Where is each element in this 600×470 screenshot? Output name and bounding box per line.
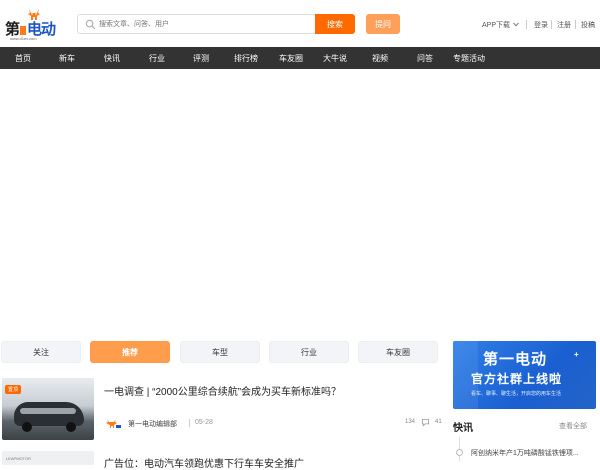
nav-item-video[interactable]: 视频 <box>372 53 388 64</box>
comment-count: 41 <box>435 419 442 425</box>
logo-mark <box>20 25 27 35</box>
flash-news-heading: 快讯 <box>453 423 473 434</box>
nav-item-flash[interactable]: 快讯 <box>104 53 120 64</box>
search-button[interactable]: 搜索 <box>315 14 355 34</box>
view-all-link[interactable]: 查看全部 <box>559 421 587 431</box>
nav-item-new-cars[interactable]: 新车 <box>59 53 75 64</box>
main-nav: 首页 新车 快讯 行业 评测 排行榜 车友圈 大牛说 视频 问答 专题活动 <box>0 47 600 69</box>
timeline-dot-icon <box>456 449 463 456</box>
nav-item-qa[interactable]: 问答 <box>417 53 433 64</box>
app-download-link[interactable]: APP下载 <box>482 20 510 30</box>
article-thumbnail[interactable]: 置顶 <box>2 378 94 440</box>
article-title[interactable]: 一电调查 | “2000公里综合续航”会成为买车新标准吗？ <box>104 383 341 398</box>
pinned-badge: 置顶 <box>5 385 22 394</box>
car-wheel <box>66 422 76 432</box>
nav-item-experts[interactable]: 大牛说 <box>323 53 347 64</box>
article-date: 05-28 <box>195 419 213 426</box>
divider <box>575 20 576 29</box>
nav-item-special-events[interactable]: 专题活动 <box>453 53 485 64</box>
promo-caption: 看车、聊事、聊生活，开启您的用车生活 <box>471 391 562 397</box>
tab-models[interactable]: 车型 <box>180 341 260 363</box>
feed-tabs: 关注 推荐 车型 行业 车友圈 <box>0 341 440 363</box>
logo-url: www.d1ev.com <box>10 36 37 41</box>
author-avatar-icon <box>106 419 121 428</box>
next-article-title[interactable]: 广告位：电动汽车领跑优惠下行车车安全推广 <box>104 455 304 470</box>
search-box <box>77 14 315 34</box>
community-promo-banner[interactable]: 第一电动 + 官方社群上线啦 看车、聊事、聊生活，开启您的用车生活 <box>453 341 596 409</box>
car-wheel <box>22 422 32 432</box>
comment-icon[interactable] <box>421 418 430 427</box>
plus-icon: + <box>574 350 579 359</box>
tab-industry[interactable]: 行业 <box>269 341 349 363</box>
car-image-detail <box>20 408 76 414</box>
banner-area <box>0 69 600 340</box>
tab-car-circle[interactable]: 车友圈 <box>358 341 438 363</box>
submit-article-link[interactable]: 投稿 <box>581 20 595 30</box>
tab-recommended[interactable]: 推荐 <box>90 341 170 363</box>
site-logo[interactable]: 第电动 www.d1ev.com <box>5 8 63 42</box>
next-article-thumbnail[interactable]: LEAPMOTOR <box>2 451 94 465</box>
nav-item-car-circle[interactable]: 车友圈 <box>279 53 303 64</box>
article-author[interactable]: 第一电动编辑部 <box>128 419 177 429</box>
nav-item-industry[interactable]: 行业 <box>149 53 165 64</box>
view-count: 134 <box>405 419 416 425</box>
site-header: 第电动 www.d1ev.com 搜索 提问 APP下载 登录 注册 投稿 <box>0 0 600 47</box>
promo-heading: 第一电动 <box>483 351 548 368</box>
nav-item-home[interactable]: 首页 <box>15 53 31 64</box>
divider <box>551 20 552 29</box>
login-link[interactable]: 登录 <box>534 20 548 30</box>
ask-question-button[interactable]: 提问 <box>366 14 400 34</box>
nav-item-rankings[interactable]: 排行榜 <box>234 53 258 64</box>
promo-subheading: 官方社群上线啦 <box>471 372 563 386</box>
search-input[interactable] <box>99 17 309 31</box>
flash-news-item[interactable]: 阿创纳米年产1万吨磷酸锰铁锂项... <box>471 448 579 458</box>
article-card[interactable]: 置顶 一电调查 | “2000公里综合续航”会成为买车新标准吗？ 第一电动编辑部… <box>0 377 445 441</box>
thumbnail-brand-text: LEAPMOTOR <box>6 456 32 461</box>
search-icon <box>85 19 96 30</box>
nav-item-reviews[interactable]: 评测 <box>193 53 209 64</box>
tab-follow[interactable]: 关注 <box>1 341 81 363</box>
divider <box>526 20 527 29</box>
divider <box>189 419 190 427</box>
register-link[interactable]: 注册 <box>557 20 571 30</box>
chevron-down-icon <box>513 22 519 27</box>
